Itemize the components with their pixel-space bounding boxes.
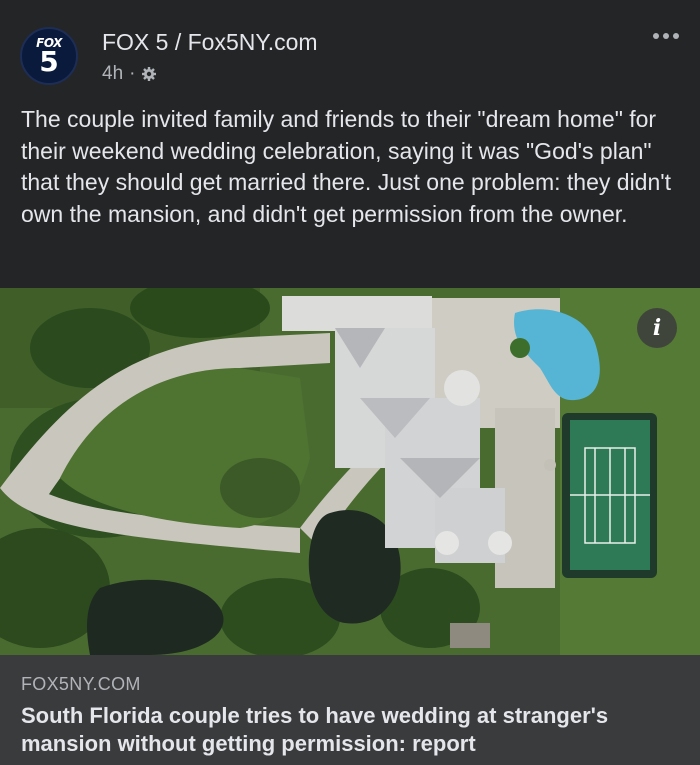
- more-options-icon[interactable]: [650, 28, 682, 44]
- link-domain: FOX5NY.COM: [21, 674, 141, 694]
- aerial-mansion-photo: [0, 288, 700, 655]
- page-name-link[interactable]: FOX 5 / Fox5NY.com: [102, 29, 318, 56]
- link-preview-card[interactable]: FOX5NY.COM South Florida couple tries to…: [0, 655, 700, 765]
- post-header: FOX 5 FOX 5 / Fox5NY.com 4h ·: [0, 0, 700, 100]
- page-avatar[interactable]: FOX 5: [20, 27, 78, 85]
- post-message: The couple invited family and friends to…: [21, 106, 672, 227]
- info-icon[interactable]: i: [637, 308, 677, 348]
- post-meta: 4h ·: [102, 63, 157, 85]
- gear-icon[interactable]: [141, 66, 157, 82]
- avatar-logo-number: 5: [39, 45, 59, 78]
- link-title[interactable]: South Florida couple tries to have weddi…: [21, 702, 681, 758]
- meta-separator: ·: [129, 63, 136, 84]
- post-timestamp[interactable]: 4h: [102, 63, 123, 85]
- post-image[interactable]: i: [0, 288, 700, 655]
